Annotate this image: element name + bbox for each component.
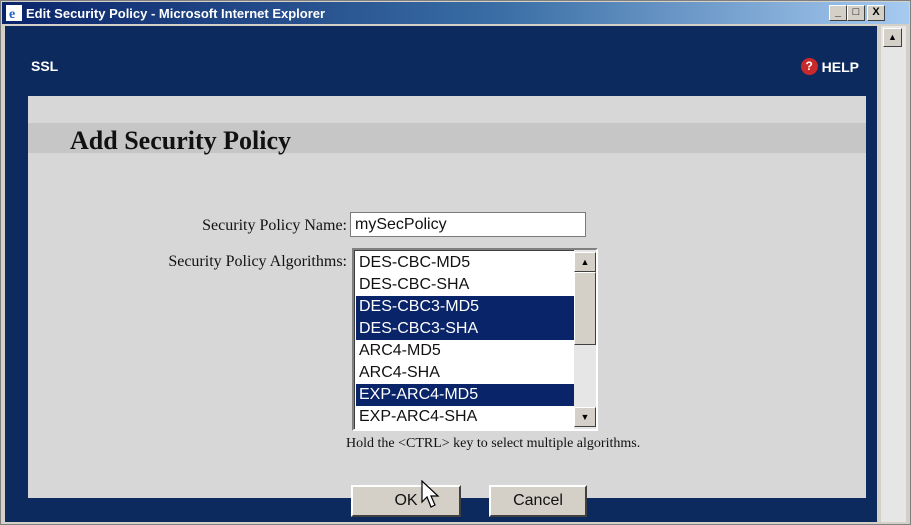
window-title: Edit Security Policy - Microsoft Interne… [26, 6, 326, 21]
algorithm-option[interactable]: DES-CBC3-MD5 [356, 296, 574, 318]
cancel-button[interactable]: Cancel [489, 485, 587, 517]
policy-name-label: Security Policy Name: [202, 217, 347, 234]
close-button[interactable]: X [867, 5, 885, 21]
scrollbar-thumb[interactable] [574, 272, 596, 345]
ie-logo-icon: e [6, 5, 22, 21]
form-panel: Add Security Policy Security Policy Name… [28, 96, 866, 517]
browser-window: e Edit Security Policy - Microsoft Inter… [0, 0, 911, 525]
multi-select-hint: Hold the <CTRL> key to select multiple a… [346, 436, 641, 451]
minimize-button[interactable]: _ [829, 5, 847, 21]
algorithm-option[interactable]: DES-CBC-SHA [356, 274, 574, 296]
page-content: SSL ? HELP Add Security Policy Security … [5, 26, 877, 522]
algorithm-option[interactable]: EXP-ARC4-MD5 [356, 384, 574, 406]
algorithm-option[interactable]: ARC4-SHA [356, 362, 574, 384]
algorithms-label: Security Policy Algorithms: [168, 253, 347, 270]
policy-name-input[interactable] [350, 212, 586, 237]
scroll-up-arrow-icon[interactable]: ▲ [883, 28, 902, 47]
algorithm-option[interactable]: EXP-ARC4-SHA [356, 406, 574, 428]
svg-text:e: e [9, 7, 15, 21]
algorithms-listbox[interactable]: DES-CBC-MD5 DES-CBC-SHA DES-CBC3-MD5 DES-CB… [352, 248, 598, 431]
listbox-scrollbar[interactable]: ▲ ▼ [574, 250, 596, 429]
app-brand: SSL [31, 58, 59, 74]
algorithm-option[interactable]: DES-CBC3-SHA [356, 318, 574, 340]
page-scrollbar[interactable]: ▲ [881, 26, 906, 522]
scroll-down-arrow-icon[interactable]: ▼ [574, 407, 596, 427]
ok-button[interactable]: OK [351, 485, 461, 517]
help-link[interactable]: ? HELP [800, 58, 859, 75]
algorithm-option[interactable]: DES-CBC-MD5 [356, 252, 574, 274]
help-icon: ? [800, 58, 818, 75]
page-title: Add Security Policy [70, 126, 291, 155]
algorithm-option[interactable]: ARC4-MD5 [356, 340, 574, 362]
title-bar[interactable]: e Edit Security Policy - Microsoft Inter… [2, 2, 909, 24]
maximize-button[interactable]: □ [847, 5, 865, 21]
help-label: HELP [821, 58, 859, 75]
scroll-up-arrow-icon[interactable]: ▲ [574, 252, 596, 272]
mouse-pointer-icon [421, 480, 440, 508]
